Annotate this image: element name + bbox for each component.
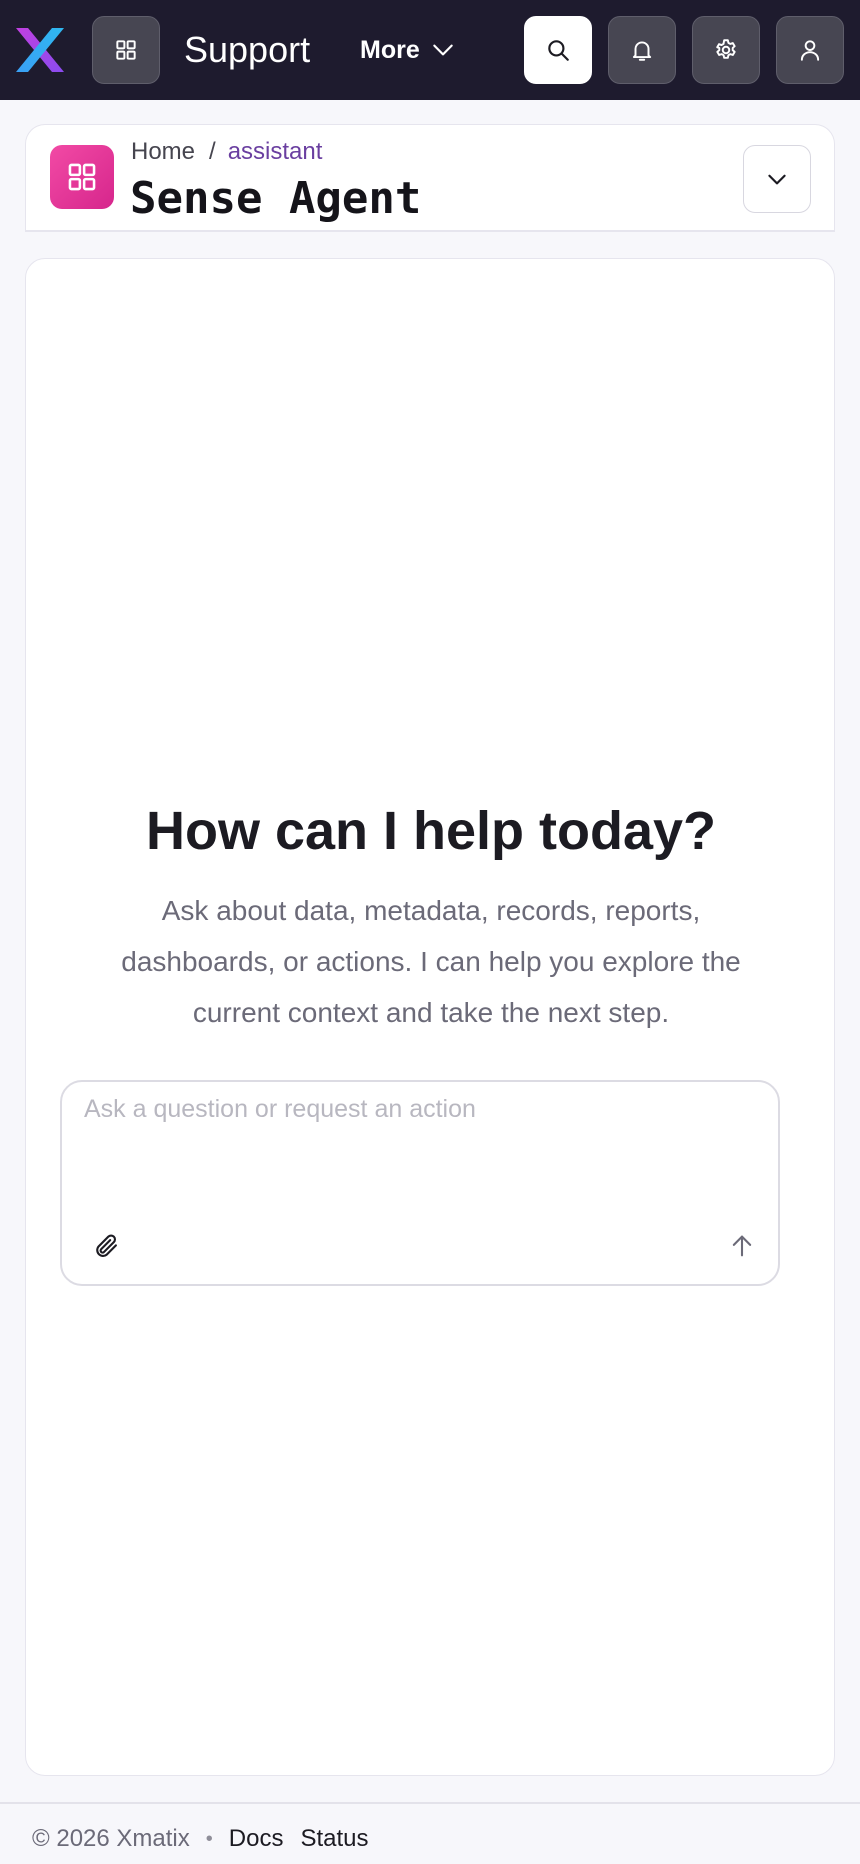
grid-icon	[116, 40, 136, 60]
page-icon	[50, 145, 114, 209]
breadcrumb-separator: /	[209, 138, 216, 165]
assistant-chat-panel: How can I help today? Ask about data, me…	[25, 258, 835, 1776]
arrow-up-icon	[732, 1235, 752, 1257]
top-navigation-bar: Support More	[0, 0, 860, 100]
search-icon	[548, 40, 569, 61]
chat-input[interactable]	[84, 1092, 754, 1202]
breadcrumb: Home / assistant	[131, 137, 322, 167]
footer-link-docs[interactable]: Docs	[229, 1824, 284, 1854]
account-button[interactable]	[776, 16, 844, 84]
notifications-button[interactable]	[608, 16, 676, 84]
attach-file-button[interactable]	[88, 1228, 124, 1264]
breadcrumb-home-link[interactable]: Home	[131, 138, 195, 165]
more-menu-button[interactable]: More	[360, 30, 456, 70]
footer-link-status[interactable]: Status	[300, 1824, 368, 1854]
welcome-heading: How can I help today?	[145, 801, 717, 861]
welcome-subtitle: Ask about data, metadata, records, repor…	[121, 895, 741, 1028]
user-icon	[800, 40, 820, 61]
page-header: Home / assistant Sense Agent	[25, 124, 835, 232]
header-expand-button[interactable]	[743, 145, 811, 213]
settings-button[interactable]	[692, 16, 760, 84]
page-footer: © 2026 Xmatix • Docs Status	[0, 1802, 860, 1864]
xmatix-logo-icon[interactable]	[14, 26, 66, 74]
paperclip-icon	[96, 1234, 117, 1257]
chat-composer	[60, 1080, 780, 1286]
send-message-button[interactable]	[724, 1228, 760, 1264]
breadcrumb-current: assistant	[227, 138, 323, 165]
search-button[interactable]	[524, 16, 592, 84]
footer-separator: •	[205, 1828, 213, 1850]
more-menu-label: More	[360, 35, 420, 64]
app-title: Support	[184, 29, 311, 70]
chevron-down-icon	[768, 174, 786, 185]
gear-icon	[716, 39, 736, 59]
copyright-text: © 2026 Xmatix	[32, 1825, 190, 1852]
apps-menu-button[interactable]	[92, 16, 160, 84]
page-title: Sense Agent	[130, 173, 422, 224]
grid-icon	[68, 163, 96, 191]
bell-icon	[632, 41, 652, 61]
chevron-down-icon	[432, 44, 453, 56]
